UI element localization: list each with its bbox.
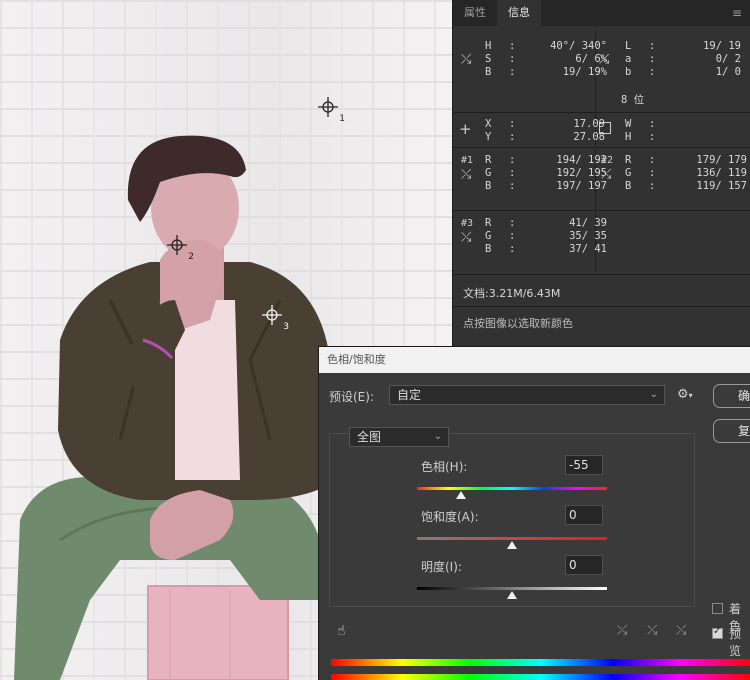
- preset-value: 自定: [397, 388, 422, 402]
- sampler-1-tag: #1: [461, 155, 474, 166]
- input-hue-bar: [331, 659, 750, 666]
- hsb-readout: H:40°/ 340° S:6/ 6% B:19/ 19%: [485, 40, 607, 78]
- channel-value: 全图: [357, 430, 382, 444]
- crosshair-icon: +: [459, 120, 472, 138]
- info-panel: 属性 信息 ≡ ⤯ H:40°/ 340° S:6/ 6% B:19/ 19% …: [452, 0, 750, 346]
- eyedropper-icon: ⤯: [461, 52, 472, 67]
- ok-button[interactable]: 确: [713, 384, 750, 408]
- bit-depth: 8 位: [621, 94, 645, 106]
- sampler-1-label: 1: [339, 114, 345, 124]
- hue-saturation-dialog: 色相/饱和度 预设(E): 自定 ⌄ ⚙▾ 确 复 全图 ⌄ 色相(H): -5…: [318, 346, 750, 680]
- saturation-input[interactable]: 0: [565, 505, 603, 525]
- preset-select[interactable]: 自定 ⌄: [389, 385, 665, 405]
- wh-readout: W: H:: [625, 118, 656, 143]
- eyedropper-icon: ⤯: [601, 167, 612, 182]
- saturation-slider-thumb[interactable]: [507, 541, 517, 549]
- sampler-3-tag: #3: [461, 218, 474, 229]
- sampler-2-readout: R:179/ 179 G:136/ 119 B:119/ 157: [625, 154, 747, 192]
- tab-info[interactable]: 信息: [497, 0, 541, 26]
- sampler-2-label: 2: [188, 252, 194, 262]
- panel-tab-bar: 属性 信息 ≡: [453, 0, 750, 26]
- selection-size-icon: [599, 122, 611, 134]
- panel-menu-icon[interactable]: ≡: [724, 0, 750, 26]
- hue-slider-thumb[interactable]: [455, 491, 466, 499]
- xy-readout: X:17.09 Y:27.08: [485, 118, 605, 143]
- divider: [453, 210, 750, 211]
- eyedropper-minus-icon[interactable]: ⤯: [676, 623, 686, 638]
- reset-button[interactable]: 复: [713, 419, 750, 443]
- eyedropper-plus-icon[interactable]: ⤯: [647, 623, 657, 638]
- saturation-slider-track[interactable]: [417, 537, 607, 540]
- lab-readout: L:19/ 19 a:0/ 2 b:1/ 0: [625, 40, 741, 78]
- tab-properties[interactable]: 属性: [453, 0, 497, 26]
- dialog-title[interactable]: 色相/饱和度: [319, 347, 750, 373]
- chevron-down-icon: ⌄: [649, 389, 658, 400]
- gear-icon[interactable]: ⚙▾: [677, 387, 693, 402]
- preview-checkbox[interactable]: [712, 626, 723, 639]
- lightness-label: 明度(I):: [421, 560, 462, 574]
- sampler-2-tag: #2: [601, 155, 614, 166]
- sampler-1-readout: R:194/ 192 G:192/ 195 B:197/ 197: [485, 154, 607, 192]
- stool-shape: [148, 586, 288, 680]
- saturation-label: 饱和度(A):: [421, 510, 479, 524]
- lightness-slider-track[interactable]: [417, 587, 607, 590]
- adjustment-group: [329, 433, 695, 607]
- sampler-3-readout: R:41/ 39 G:35/ 35 B:37/ 41: [485, 217, 607, 255]
- eyedropper-icon[interactable]: ⤯: [617, 623, 627, 638]
- document-size: 文档:3.21M/6.43M: [463, 287, 561, 300]
- color-sampler-2-icon[interactable]: 2: [166, 234, 194, 262]
- output-hue-bar: [331, 674, 750, 680]
- divider: [453, 147, 750, 148]
- eyedropper-icon: ⤯: [461, 230, 472, 245]
- divider: [453, 274, 750, 275]
- colorize-checkbox[interactable]: [712, 603, 723, 614]
- eyedropper-icon: ⤯: [461, 167, 472, 182]
- lightness-input[interactable]: 0: [565, 555, 603, 575]
- target-adjust-hand-icon[interactable]: ☝: [337, 623, 346, 639]
- divider: [453, 112, 750, 113]
- color-sampler-1-icon[interactable]: 1: [317, 96, 345, 124]
- hue-slider-track[interactable]: [417, 487, 607, 490]
- chevron-down-icon: ⌄: [433, 431, 442, 442]
- hue-label: 色相(H):: [421, 460, 468, 474]
- channel-select[interactable]: 全图 ⌄: [349, 427, 449, 447]
- eyedropper-icon: ⤯: [599, 52, 610, 67]
- divider: [453, 306, 750, 307]
- hue-input[interactable]: -55: [565, 455, 603, 475]
- preset-label: 预设(E):: [329, 390, 374, 404]
- preview-label: 预览: [729, 627, 742, 658]
- color-sampler-3-icon[interactable]: 3: [261, 304, 289, 332]
- sampler-3-label: 3: [283, 322, 289, 332]
- lightness-slider-thumb[interactable]: [507, 591, 517, 599]
- info-hint: 点按图像以选取新颜色: [463, 317, 573, 330]
